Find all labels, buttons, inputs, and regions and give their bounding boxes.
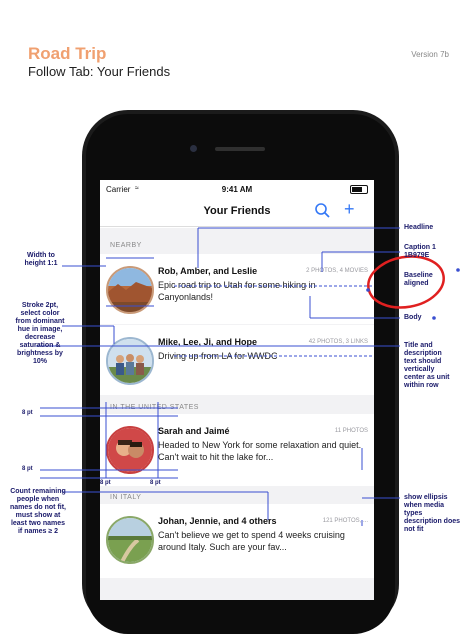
annotation-baseline: Baseline aligned bbox=[404, 272, 433, 287]
italy-photo-icon bbox=[108, 518, 152, 562]
annotation-8pt-avatar-left: 8 pt bbox=[100, 480, 111, 486]
row-caption: 42 PHOTOS, 3 LINKS bbox=[308, 339, 368, 345]
version-label: Version 7b bbox=[411, 50, 449, 59]
avatar bbox=[106, 337, 154, 385]
status-bar: Carrier ≈ 9:41 AM bbox=[100, 180, 374, 198]
annotation-8pt-bottom: 8 pt bbox=[22, 466, 33, 472]
couple-photo-icon bbox=[108, 428, 152, 472]
row-caption: 121 PHOTOS, ... bbox=[322, 518, 368, 524]
group-photo-icon bbox=[108, 339, 152, 383]
annotation-ellipsis: show ellipsis when media types descripti… bbox=[404, 494, 461, 533]
annotation-stroke: Stroke 2pt, select color from dominant h… bbox=[15, 302, 65, 365]
marker-dot bbox=[456, 268, 460, 272]
list-item[interactable]: Rob, Amber, and Leslie 2 PHOTOS, 4 MOVIE… bbox=[100, 254, 374, 324]
annotation-width-height: Width to height 1:1 bbox=[24, 252, 58, 267]
list-item[interactable]: Johan, Jennie, and 4 others 121 PHOTOS, … bbox=[100, 504, 374, 578]
camera-icon bbox=[190, 145, 197, 152]
canyon-photo-icon bbox=[108, 268, 152, 312]
annotation-count: Count remaining people when names do not… bbox=[10, 488, 66, 535]
search-button[interactable] bbox=[314, 202, 332, 220]
avatar bbox=[106, 516, 154, 564]
row-names: Johan, Jennie, and 4 others bbox=[158, 516, 277, 526]
document-subtitle: Follow Tab: Your Friends bbox=[28, 64, 171, 79]
annotation-body: Body bbox=[404, 314, 422, 321]
annotation-caption: Caption 1 1B979E bbox=[404, 244, 436, 259]
section-header-nearby: NEARBY bbox=[110, 242, 142, 249]
search-icon bbox=[315, 203, 330, 218]
row-body: Epic road trip to Utah for some hiking i… bbox=[158, 280, 316, 302]
avatar bbox=[106, 426, 154, 474]
annotation-8pt-top: 8 pt bbox=[22, 410, 33, 416]
friends-list: NEARBY Rob, Amber, and Leslie 2 PHOTOS, … bbox=[100, 228, 374, 600]
document-title: Road Trip bbox=[28, 44, 107, 63]
navigation-bar: Your Friends + bbox=[100, 198, 374, 227]
row-body: Can't believe we get to spend 4 weeks cr… bbox=[158, 530, 345, 552]
add-friend-button[interactable]: + bbox=[344, 200, 355, 218]
status-time: 9:41 AM bbox=[221, 185, 253, 194]
row-caption: 2 PHOTOS, 4 MOVIES bbox=[306, 268, 368, 274]
list-item[interactable]: Sarah and Jaimé 11 PHOTOS Headed to New … bbox=[100, 414, 374, 486]
row-body: Driving up from LA for WWDC bbox=[158, 351, 278, 361]
row-body: Headed to New York for some relaxation a… bbox=[158, 440, 362, 462]
battery-icon bbox=[350, 185, 368, 194]
phone-screen: Carrier ≈ 9:41 AM Your Friends + NEARBY bbox=[100, 180, 374, 600]
row-names: Sarah and Jaimé bbox=[158, 426, 230, 436]
row-names: Rob, Amber, and Leslie bbox=[158, 266, 258, 276]
annotation-title-description: Title and description text should vertic… bbox=[404, 342, 450, 389]
annotation-headline: Headline bbox=[404, 224, 434, 231]
annotation-8pt-avatar-right: 8 pt bbox=[150, 480, 161, 486]
row-caption: 11 PHOTOS bbox=[334, 428, 368, 434]
speaker-grille bbox=[215, 147, 265, 151]
row-names: Mike, Lee, Ji, and Hope bbox=[158, 337, 258, 347]
list-item[interactable]: Mike, Lee, Ji, and Hope 42 PHOTOS, 3 LIN… bbox=[100, 325, 374, 395]
avatar bbox=[106, 266, 154, 314]
nav-title: Your Friends bbox=[203, 205, 271, 217]
